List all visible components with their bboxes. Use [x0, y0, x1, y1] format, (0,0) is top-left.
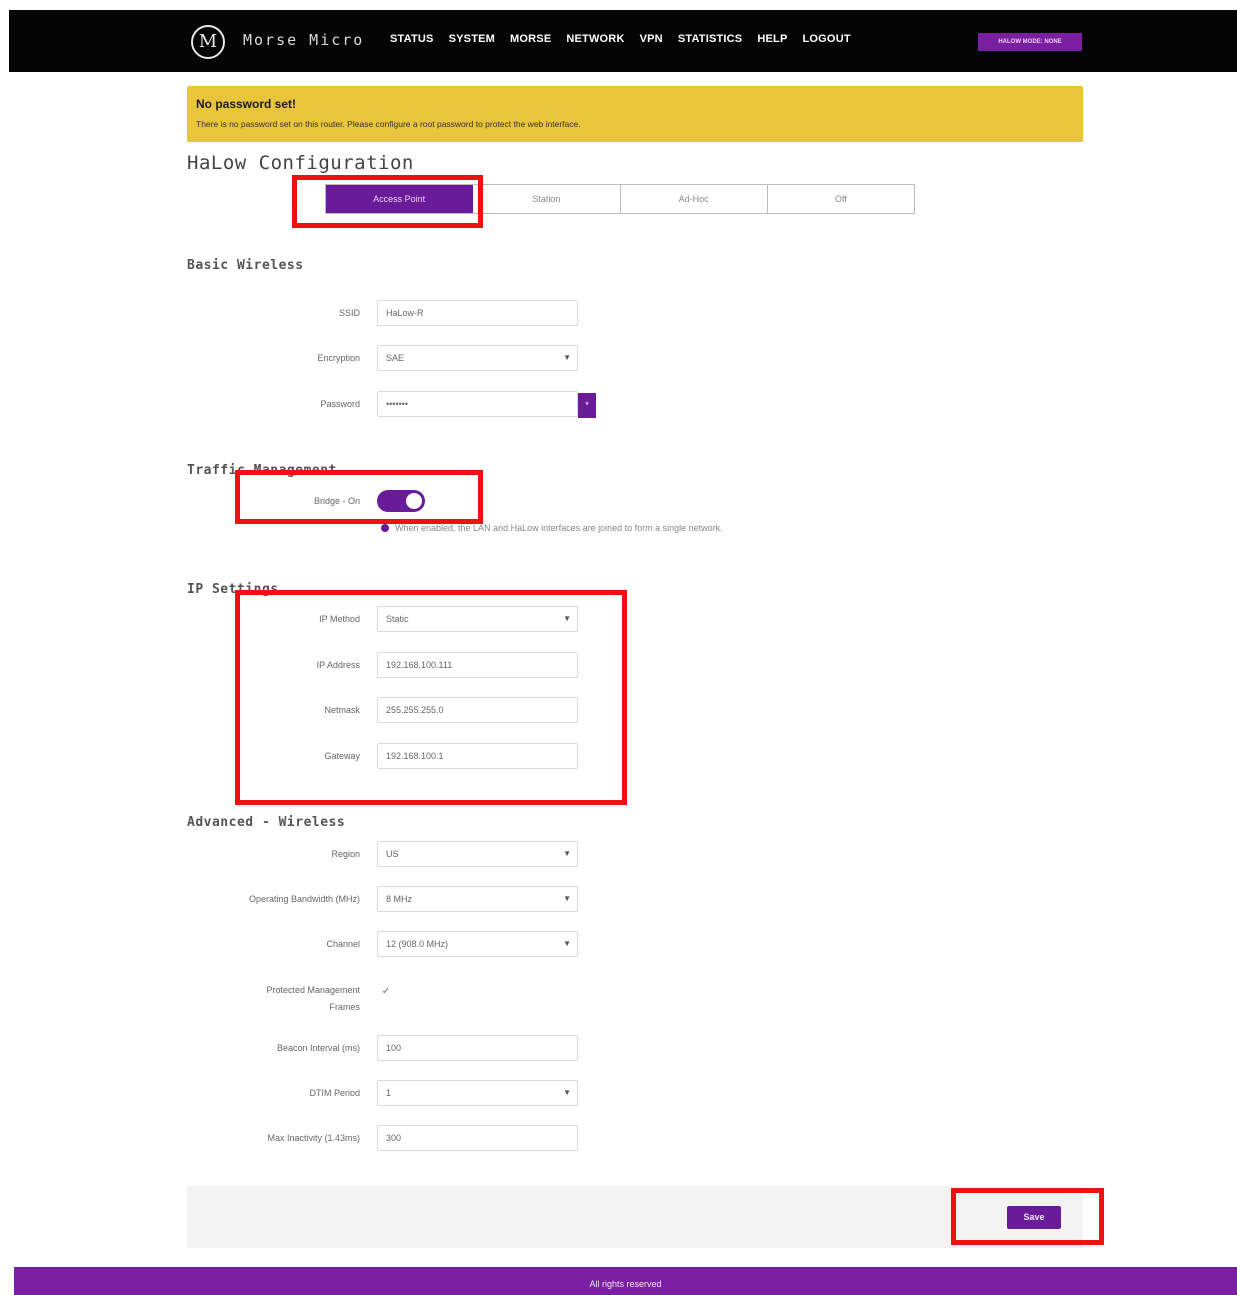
inactivity-label: Max Inactivity (1.43ms) — [267, 1133, 360, 1143]
save-bar — [187, 1186, 1083, 1248]
inactivity-input[interactable]: 300 — [377, 1125, 578, 1151]
tab-station[interactable]: Station — [473, 185, 621, 213]
nav-statistics[interactable]: STATISTICS — [678, 33, 743, 45]
footer: All rights reserved — [14, 1267, 1237, 1295]
bridge-hint: When enabled, the LAN and HaLow interfac… — [395, 523, 723, 533]
pmf-label-line1: Protected Management — [266, 985, 360, 995]
chevron-down-icon: ▼ — [563, 849, 571, 858]
annotation-box-save — [951, 1188, 1104, 1245]
encryption-select[interactable]: SAE ▼ — [377, 345, 578, 371]
password-label: Password — [320, 399, 360, 409]
chevron-down-icon: ▼ — [563, 353, 571, 362]
warning-text: There is no password set on this router.… — [196, 119, 581, 129]
ssid-input[interactable]: HaLow-R — [377, 300, 578, 326]
tab-ad-hoc[interactable]: Ad-Hoc — [621, 185, 768, 213]
pmf-checkbox[interactable]: ✓ — [377, 984, 395, 1000]
halow-mode-badge[interactable]: HALOW MODE: NONE — [978, 33, 1082, 51]
chevron-down-icon: ▼ — [563, 939, 571, 948]
dtim-label: DTIM Period — [309, 1088, 360, 1098]
chevron-down-icon: ▼ — [563, 894, 571, 903]
bandwidth-label: Operating Bandwidth (MHz) — [248, 894, 360, 904]
reveal-password-button[interactable]: * — [578, 393, 596, 418]
nav-network[interactable]: NETWORK — [566, 33, 624, 45]
channel-select[interactable]: 12 (908.0 MHz) ▼ — [377, 931, 578, 957]
password-input[interactable]: ••••••• — [377, 391, 578, 417]
section-advanced-wireless: Advanced - Wireless — [187, 815, 346, 830]
nav-status[interactable]: STATUS — [390, 33, 434, 45]
region-select[interactable]: US ▼ — [377, 841, 578, 867]
annotation-box-tab — [292, 175, 483, 228]
ssid-label: SSID — [338, 308, 360, 318]
bandwidth-value: 8 MHz — [386, 894, 413, 904]
no-password-warning: No password set! There is no password se… — [187, 86, 1083, 142]
chevron-down-icon: ▼ — [563, 1088, 571, 1097]
nav-system[interactable]: SYSTEM — [449, 33, 495, 45]
nav-vpn[interactable]: VPN — [640, 33, 663, 45]
pmf-label-line2: Frames — [329, 1002, 360, 1012]
logo-text: Morse Micro — [243, 31, 365, 49]
beacon-input[interactable]: 100 — [377, 1035, 578, 1061]
bandwidth-select[interactable]: 8 MHz ▼ — [377, 886, 578, 912]
info-icon — [381, 524, 389, 532]
main-nav: STATUS SYSTEM MORSE NETWORK VPN STATISTI… — [390, 33, 851, 45]
region-label: Region — [331, 849, 360, 859]
nav-morse[interactable]: MORSE — [510, 33, 551, 45]
region-value: US — [386, 849, 399, 859]
section-basic-wireless: Basic Wireless — [187, 258, 304, 273]
channel-value: 12 (908.0 MHz) — [386, 939, 449, 949]
tab-off[interactable]: Off — [768, 185, 914, 213]
dtim-value: 1 — [386, 1088, 392, 1098]
dtim-select[interactable]: 1 ▼ — [377, 1080, 578, 1106]
annotation-box-ip — [235, 590, 627, 805]
nav-logout[interactable]: LOGOUT — [803, 33, 851, 45]
warning-title: No password set! — [196, 97, 297, 111]
encryption-value: SAE — [386, 353, 405, 363]
logo-icon: M — [191, 25, 225, 59]
nav-help[interactable]: HELP — [757, 33, 787, 45]
beacon-label: Beacon Interval (ms) — [276, 1043, 360, 1053]
channel-label: Channel — [326, 939, 360, 949]
encryption-label: Encryption — [317, 353, 360, 363]
page-title: HaLow Configuration — [187, 152, 414, 174]
annotation-box-bridge — [235, 470, 483, 524]
